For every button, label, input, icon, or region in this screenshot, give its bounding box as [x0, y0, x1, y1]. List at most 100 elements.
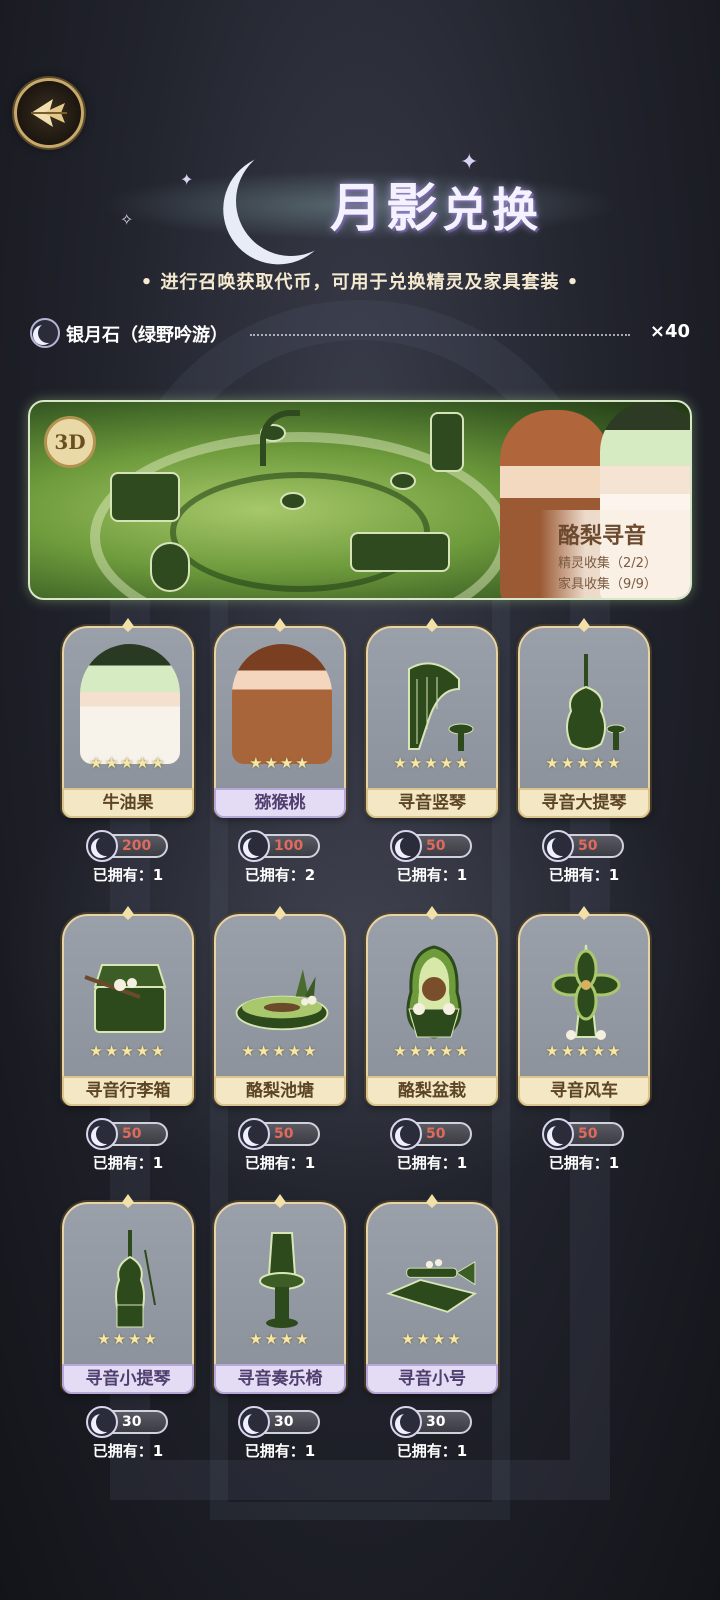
set-name: 酪梨寻音: [558, 523, 647, 549]
item-art-violin: [80, 1220, 180, 1340]
item-name: 酪梨盆栽: [366, 1076, 498, 1106]
owned-count: 已拥有：1: [92, 1442, 164, 1460]
shop-item[interactable]: ★★★★★ 酪梨池塘 50 已拥有：1: [214, 900, 346, 1180]
shop-item[interactable]: ★★★★★ 牛油果 200 已拥有：1: [62, 612, 194, 892]
banner-suitcase-prop: [110, 472, 180, 522]
shop-item[interactable]: ★★★★ 寻音奏乐椅 30 已拥有：1: [214, 1188, 346, 1468]
owned-count: 已拥有：1: [396, 866, 468, 884]
price-tag: 200: [86, 830, 168, 862]
shop-item[interactable]: ★★★★★ 寻音风车 50 已拥有：1: [518, 900, 650, 1180]
shop-item[interactable]: ★★★★ 寻音小提琴 30 已拥有：1: [62, 1188, 194, 1468]
back-arrow-icon: [31, 99, 67, 127]
moon-crescent-icon: [30, 318, 60, 348]
item-name: 猕猴桃: [214, 788, 346, 818]
cello-icon: [566, 654, 626, 750]
price-tag: 50: [86, 1118, 168, 1150]
item-price: 30: [122, 1414, 142, 1430]
item-art-pond: [232, 932, 332, 1052]
price-tag: 50: [390, 1118, 472, 1150]
banner-info: 酪梨寻音 精灵收集（2/2） 家具收集（9/9）: [540, 510, 690, 598]
shop-item[interactable]: ★★★★ 寻音小号 30 已拥有：1: [366, 1188, 498, 1468]
item-art-avocado-pot: [384, 932, 484, 1052]
set-banner[interactable]: 3D 酪梨寻音 精灵收集（2/2） 家具收集（9/9）: [28, 400, 692, 600]
price-tag: 50: [542, 830, 624, 862]
item-art-cello: [536, 644, 636, 764]
star-rating: ★★★★★: [241, 1042, 319, 1060]
moon-crescent-icon: [238, 1118, 270, 1150]
item-price: 200: [122, 838, 152, 854]
item-name: 寻音大提琴: [518, 788, 650, 818]
shop-item[interactable]: ★★★★★ 寻音竖琴 50 已拥有：1: [366, 612, 498, 892]
owned-count: 已拥有：1: [548, 1154, 620, 1172]
moon-crescent-icon: [238, 830, 270, 862]
banner-guitar-prop: [350, 532, 450, 572]
spirit-collect: 精灵收集（2/2）: [558, 556, 657, 571]
item-art-windmill: [536, 932, 636, 1052]
owned-count: 已拥有：1: [244, 1442, 316, 1460]
item-price: 50: [426, 1126, 446, 1142]
windmill-icon: [551, 944, 621, 1040]
moon-crescent-icon: [86, 1118, 118, 1150]
butterfly-icon: ✧: [120, 210, 134, 229]
owned-count: 已拥有：1: [396, 1442, 468, 1460]
item-name: 寻音风车: [518, 1076, 650, 1106]
item-name: 寻音小号: [366, 1364, 498, 1394]
star-rating: ★★★★: [97, 1330, 159, 1348]
moon-crescent-icon: [390, 830, 422, 862]
moon-crescent-icon: [238, 1406, 270, 1438]
item-name: 酪梨池塘: [214, 1076, 346, 1106]
item-name: 牛油果: [62, 788, 194, 818]
banner-stool-prop: [390, 472, 416, 490]
item-price: 50: [122, 1126, 142, 1142]
banner-cabinet-prop: [430, 412, 464, 472]
item-art-avocado-character: [80, 644, 180, 764]
price-tag: 100: [238, 830, 320, 862]
item-art-harp: [384, 644, 484, 764]
price-tag: 30: [86, 1406, 168, 1438]
owned-count: 已拥有：1: [92, 866, 164, 884]
moon-crescent-icon: [390, 1406, 422, 1438]
item-name: 寻音奏乐椅: [214, 1364, 346, 1394]
title-sub: 兑换: [442, 183, 543, 237]
item-price: 50: [426, 838, 446, 854]
star-rating: ★★★★: [249, 754, 311, 772]
item-art-music-chair: [232, 1220, 332, 1340]
star-rating: ★★★★★: [545, 754, 623, 772]
owned-count: 已拥有：1: [244, 1154, 316, 1172]
shop-item[interactable]: ★★★★★ 酪梨盆栽 50 已拥有：1: [366, 900, 498, 1180]
shop-item[interactable]: ★★★★★ 寻音大提琴 50 已拥有：1: [518, 612, 650, 892]
currency-count: ×40: [649, 321, 690, 342]
item-name: 寻音行李箱: [62, 1076, 194, 1106]
shop-item[interactable]: ★★★★ 猕猴桃 100 已拥有：2: [214, 612, 346, 892]
banner-harp-prop: [260, 410, 300, 466]
chair-icon: [259, 1232, 305, 1328]
suitcase-icon: [84, 964, 167, 1033]
star-rating: ★★★★: [401, 1330, 463, 1348]
item-price: 50: [274, 1126, 294, 1142]
back-button[interactable]: [14, 78, 84, 148]
furniture-collect: 家具收集（9/9）: [558, 577, 657, 592]
star-rating: ★★★★★: [89, 754, 167, 772]
moon-crescent-icon: [542, 830, 574, 862]
moon-crescent-icon: [542, 1118, 574, 1150]
badge-3d[interactable]: 3D: [44, 416, 96, 468]
item-art-suitcase: [80, 932, 180, 1052]
trumpet-icon: [385, 1259, 478, 1313]
page-title: ✦ ✦ ✧ ✧ 月影兑换: [60, 140, 660, 260]
moon-crescent-icon: [86, 830, 118, 862]
violin-icon: [115, 1230, 156, 1328]
banner-stool-prop: [280, 492, 306, 510]
moon-crescent-icon: [390, 1118, 422, 1150]
star-rating: ★★★★: [249, 1330, 311, 1348]
item-art-trumpet: [384, 1220, 484, 1340]
title-main: 月影: [330, 178, 443, 239]
item-price: 100: [274, 838, 304, 854]
item-price: 50: [578, 1126, 598, 1142]
currency-name: 银月石（绿野吟游）: [66, 325, 228, 346]
price-tag: 50: [542, 1118, 624, 1150]
currency-row: 银月石（绿野吟游） ×40: [30, 318, 690, 350]
harp-icon: [408, 662, 474, 751]
item-name: 寻音小提琴: [62, 1364, 194, 1394]
shop-item[interactable]: ★★★★★ 寻音行李箱 50 已拥有：1: [62, 900, 194, 1180]
item-price: 50: [578, 838, 598, 854]
